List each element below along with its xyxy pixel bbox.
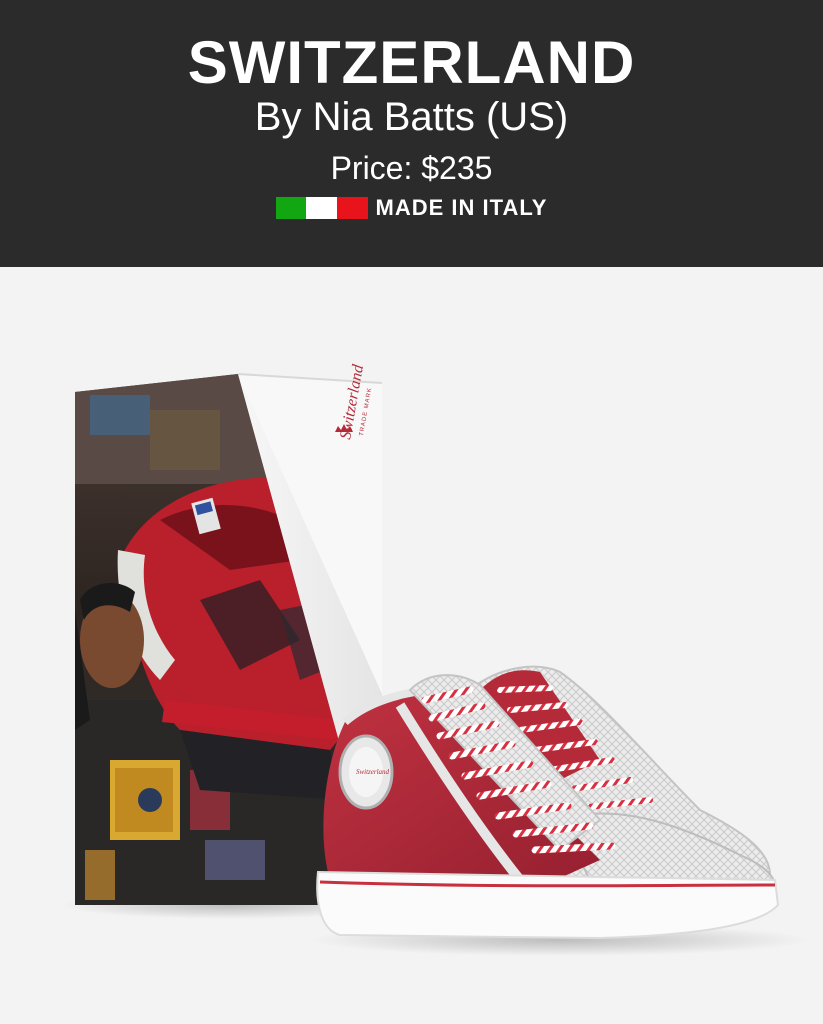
product-photo: Switzerland TRADE MARK Switzerland <box>60 362 810 956</box>
made-in-badge: MADE IN ITALY <box>0 195 823 221</box>
flag-green-stripe <box>275 197 307 219</box>
product-card: SWITZERLAND By Nia Batts (US) Price: $23… <box>0 0 823 1024</box>
flag-red-stripe <box>336 197 368 219</box>
product-header: SWITZERLAND By Nia Batts (US) Price: $23… <box>0 0 823 267</box>
origin-label: MADE IN ITALY <box>375 195 548 220</box>
product-title: SWITZERLAND <box>187 29 636 96</box>
designer-credit: By Nia Batts (US) <box>254 95 569 139</box>
svg-text:Switzerland: Switzerland <box>356 768 390 776</box>
product-price: Price: $235 <box>330 150 493 186</box>
flag-white-stripe <box>306 197 337 219</box>
italian-flag-icon <box>275 197 368 219</box>
